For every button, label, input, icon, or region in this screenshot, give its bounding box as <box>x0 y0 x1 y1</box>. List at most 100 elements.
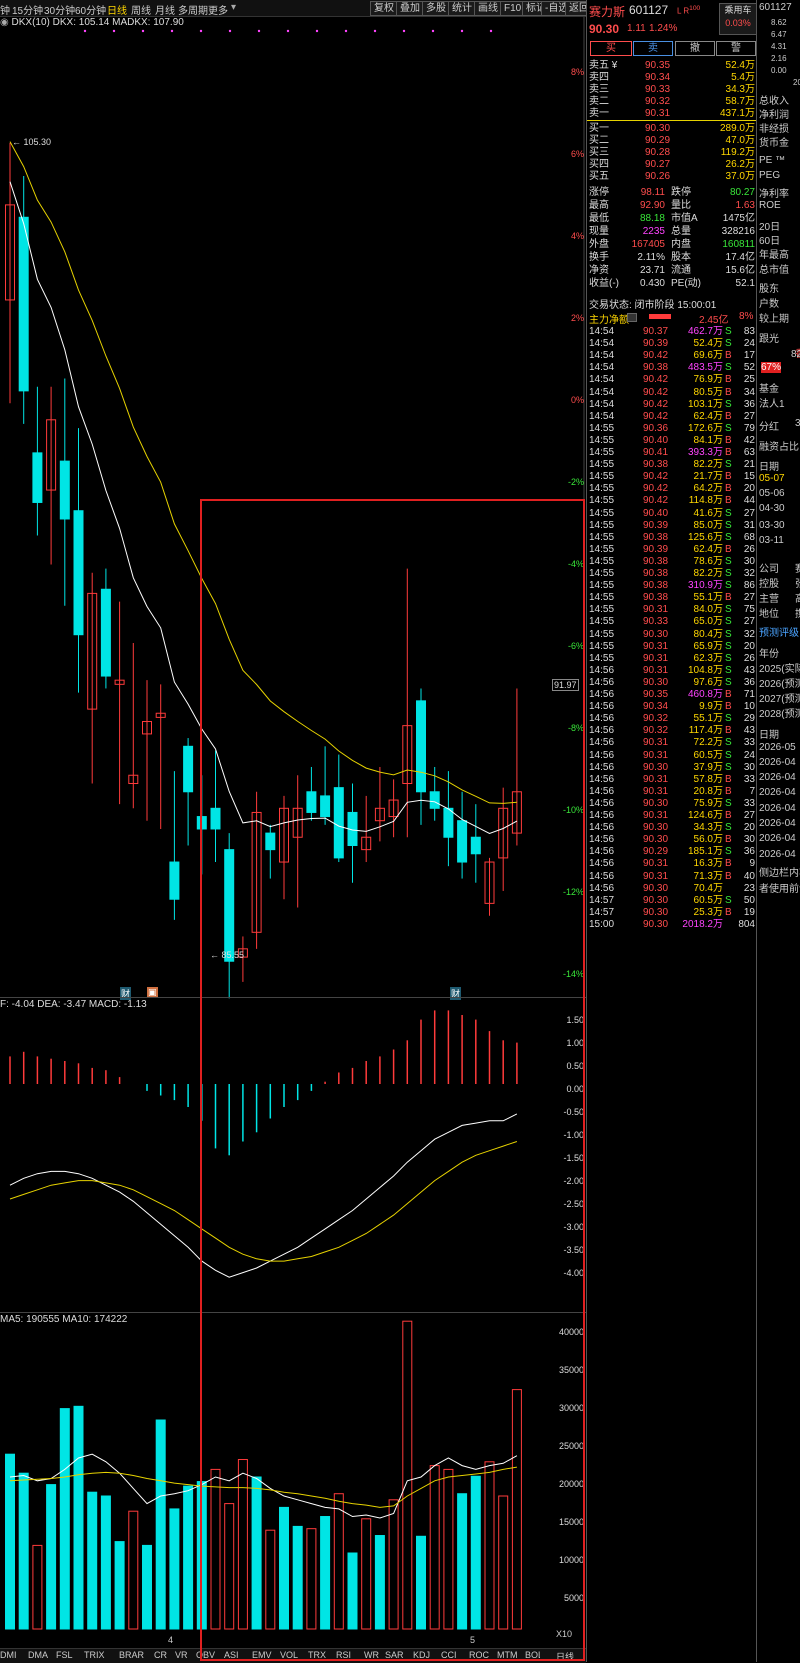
sidebar-item[interactable]: 非经损 <box>759 120 789 135</box>
sidebar-item[interactable]: 05-06 <box>759 488 785 499</box>
sidebar-item[interactable]: 03-30 <box>759 520 785 531</box>
stat-value: 17.4亿 <box>725 252 755 263</box>
tab-30min[interactable]: 30分钟 <box>44 2 75 17</box>
tick-count: 20 <box>743 640 755 652</box>
sidebar-item[interactable]: 2026-04 <box>759 787 796 798</box>
sidebar-item[interactable]: 2025(实际 <box>759 660 800 675</box>
draw-line-button[interactable]: 画线 <box>474 1 502 16</box>
sidebar-item[interactable]: 货币金 <box>759 134 789 149</box>
alert-button[interactable]: 警 <box>716 41 756 56</box>
sidebar-item[interactable]: 日期 <box>759 726 779 741</box>
sidebar-item[interactable]: 总收入 <box>759 92 789 107</box>
sidebar-item[interactable]: 净利润 <box>759 106 789 121</box>
sidebar-item[interactable]: 预测评级 <box>759 624 799 639</box>
sidebar-item[interactable]: 侧边栏内容 <box>759 864 800 879</box>
tick-row: 14:56 90.31 71.3万 B 40 <box>587 871 757 883</box>
sidebar-item[interactable]: 82人 <box>791 345 800 360</box>
sidebar-item[interactable]: 2026-04 <box>759 757 796 768</box>
cancel-order-button[interactable]: 撤 <box>675 41 715 56</box>
overlay-button[interactable]: 叠加 <box>396 1 424 16</box>
buy-button[interactable]: 买 <box>590 41 632 56</box>
indicator-tab[interactable]: BRAR <box>119 1650 144 1660</box>
tick-list[interactable]: 14:54 90.37 462.7万 S 83 14:54 90.39 52.4万 S 24 14:… <box>587 326 757 1626</box>
indicator-tab[interactable]: DMA <box>28 1650 48 1660</box>
sidebar-item[interactable]: 03-11 <box>759 535 784 546</box>
tab-multi-period[interactable]: 多周期 <box>178 2 208 17</box>
sidebar-item[interactable]: PEG <box>759 170 780 181</box>
sidebar-item[interactable]: 股东 <box>759 280 779 295</box>
sidebar-item[interactable]: 赛力 <box>795 560 800 575</box>
tab-60min[interactable]: 60分钟 <box>75 2 106 17</box>
indicator-tab[interactable]: VR <box>175 1650 188 1660</box>
sidebar-item[interactable]: 张兴 <box>795 575 800 590</box>
sidebar-item[interactable]: 20日 <box>759 218 780 233</box>
tick-row: 14:55 90.38 310.9万 S 86 <box>587 580 757 592</box>
sidebar-item[interactable]: 2026-04 <box>759 818 796 829</box>
sidebar-item[interactable]: 融资占比 <box>759 438 799 453</box>
sidebar-item[interactable]: 地位 <box>759 605 779 620</box>
chevron-down-icon[interactable]: ▾ <box>231 2 236 13</box>
sidebar-item[interactable]: 32 <box>795 418 800 429</box>
sidebar-item[interactable]: 2026-04 <box>759 803 796 814</box>
sidebar-item[interactable]: 公司 <box>759 560 779 575</box>
stats-button[interactable]: 统计 <box>448 1 476 16</box>
sidebar-item[interactable]: PE ™ <box>759 155 785 166</box>
sidebar-item[interactable]: 主营 <box>759 590 779 605</box>
sidebar-scale: 0.00 <box>771 66 787 75</box>
sidebar-item[interactable]: ROE <box>759 200 781 211</box>
ask-row[interactable]: 卖一 90.31 437.1万 <box>587 107 757 120</box>
sidebar-item[interactable]: 2026-05 <box>759 742 796 753</box>
sidebar-item[interactable]: 2026(预测 <box>759 675 800 690</box>
tab-weekly[interactable]: 周线 <box>131 2 151 17</box>
multi-stock-button[interactable]: 多股 <box>422 1 450 16</box>
adjust-button[interactable]: 复权 <box>370 1 398 16</box>
bid-row[interactable]: 买五 90.26 37.0万 <box>587 170 757 183</box>
indicator-tab[interactable]: CR <box>154 1650 167 1660</box>
tab-monthly[interactable]: 月线 <box>155 2 175 17</box>
sell-button[interactable]: 卖 <box>633 41 673 56</box>
sidebar-item[interactable]: 2028(预测 <box>759 705 800 720</box>
sidebar-item[interactable]: 2026-04 <box>759 833 796 844</box>
tab-more[interactable]: 更多 <box>208 2 228 17</box>
tick-time: 14:55 <box>589 604 615 616</box>
tab-minute[interactable]: 钟 <box>0 2 10 17</box>
sidebar-item[interactable]: 67% <box>761 362 782 373</box>
signal-dot <box>83 29 87 33</box>
sidebar-item[interactable]: 携手 <box>795 605 800 620</box>
sidebar-item[interactable]: 高端 <box>795 590 800 605</box>
sidebar-item[interactable]: 分红 <box>759 418 779 433</box>
sidebar-item[interactable]: 05-07 <box>759 473 785 484</box>
tick-row: 14:56 90.31 16.3万 B 9 <box>587 858 757 870</box>
sidebar-item[interactable]: 年份 <box>759 645 779 660</box>
sidebar-item[interactable]: 跟光 <box>759 330 779 345</box>
sidebar-item[interactable]: 2026-04 <box>759 772 796 783</box>
indicator-tab[interactable]: DMI <box>0 1650 17 1660</box>
sidebar-item[interactable]: 04-30 <box>759 503 785 514</box>
tick-row: 14:54 90.39 52.4万 S 24 <box>587 338 757 350</box>
sector-box[interactable]: 乘用车 0.03% <box>719 3 757 35</box>
tick-price: 90.31 <box>643 858 669 870</box>
sidebar-item[interactable]: 法人1 <box>759 395 785 410</box>
tab-15min[interactable]: 15分钟 <box>12 2 43 17</box>
indicator-tab[interactable]: TRIX <box>84 1650 105 1660</box>
sidebar-item[interactable]: 年最高 <box>759 246 789 261</box>
level-volume: 437.1万 <box>719 108 755 119</box>
sidebar-item[interactable]: 2027(预测 <box>759 690 800 705</box>
sidebar-item[interactable]: 基金 <box>759 380 779 395</box>
sidebar-scale: 4.31 <box>771 42 787 51</box>
sidebar-item[interactable]: 总市值 <box>759 261 789 276</box>
tab-daily[interactable]: 日线 <box>107 2 127 17</box>
sidebar-item[interactable]: 较上期 <box>759 310 789 325</box>
sidebar-item[interactable]: 者使用前请 <box>759 880 800 895</box>
sidebar-item[interactable]: 日期 <box>759 458 779 473</box>
tick-side: S <box>725 640 732 652</box>
sidebar-item[interactable]: 净利率 <box>759 185 789 200</box>
sidebar-item[interactable]: 2026-04 <box>759 849 796 860</box>
sidebar-item[interactable]: 60日 <box>759 232 780 247</box>
sidebar-item[interactable]: 控股 <box>759 575 779 590</box>
tick-row: 14:55 90.39 85.0万 S 31 <box>587 520 757 532</box>
tick-side: B <box>725 701 732 713</box>
sidebar-item[interactable]: 户数 <box>759 295 779 310</box>
indicator-tab[interactable]: FSL <box>56 1650 73 1660</box>
net-inflow-toggle[interactable] <box>627 313 637 322</box>
